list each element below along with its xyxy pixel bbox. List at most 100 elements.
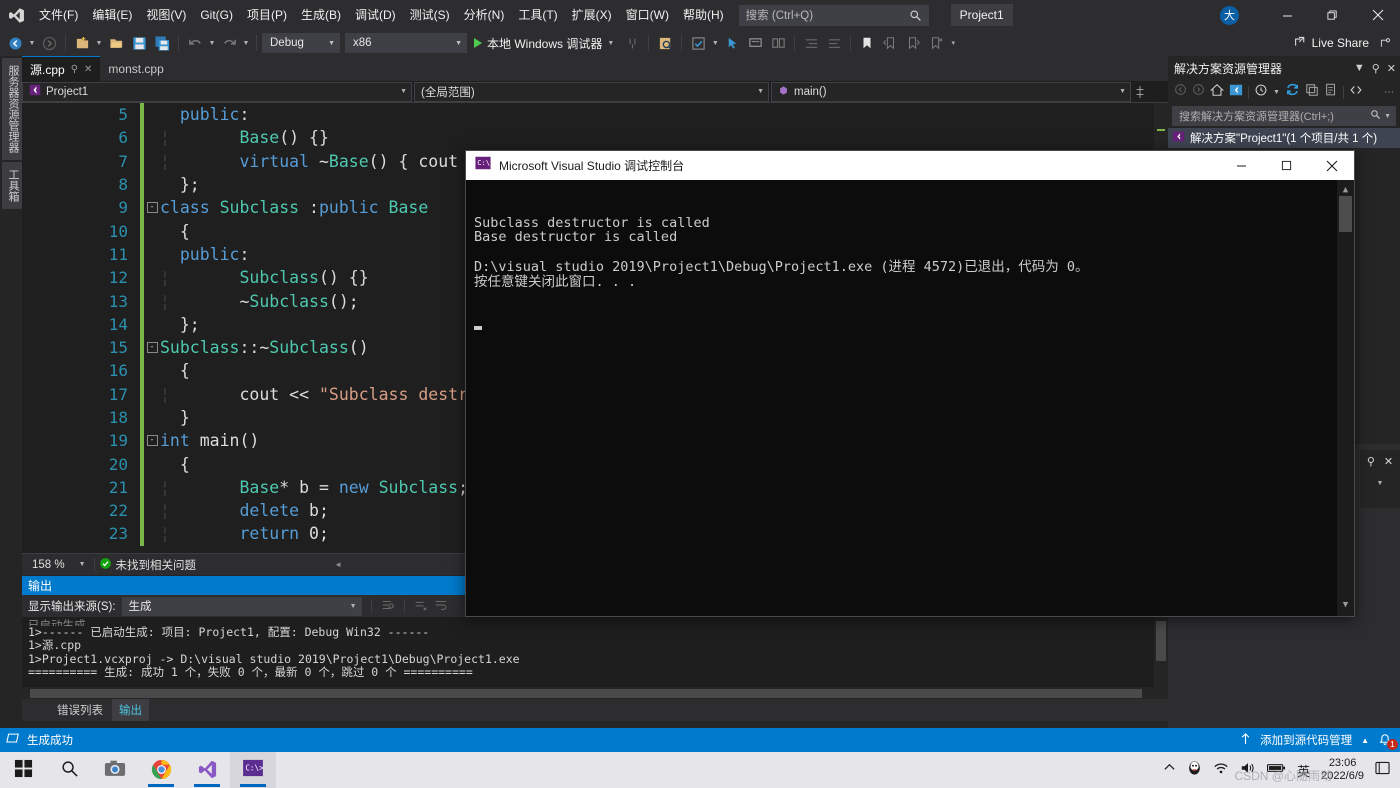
nav-member-combo[interactable]: main() ▼ — [771, 81, 1131, 102]
undo-dropdown-icon[interactable]: ▼ — [207, 40, 217, 47]
open-file-icon[interactable] — [105, 32, 127, 54]
menu-item-view[interactable]: 视图(V) — [139, 3, 193, 27]
taskbar-visual-studio-icon[interactable] — [184, 752, 230, 788]
minimize-button[interactable] — [1265, 0, 1310, 30]
restore-button[interactable] — [1310, 0, 1355, 30]
show-all-files-icon[interactable] — [1349, 83, 1363, 102]
refresh-icon[interactable] — [1285, 82, 1300, 102]
account-avatar[interactable]: 大 — [1220, 5, 1239, 25]
fold-toggle-icon[interactable]: - — [144, 435, 160, 447]
close-icon[interactable]: ✕ — [1384, 455, 1393, 468]
close-icon[interactable]: ✕ — [1387, 62, 1396, 75]
nav-scope-combo[interactable]: (全局范围) ▼ — [414, 81, 769, 102]
code-line[interactable]: 5 public: — [22, 103, 1168, 127]
output-horizontal-scrollbar[interactable] — [22, 687, 1154, 699]
pin-icon[interactable]: ⚲ — [1372, 62, 1380, 75]
console-scrollbar[interactable]: ▲ ▼ — [1337, 180, 1354, 616]
decrease-indent-icon[interactable] — [823, 32, 845, 54]
fold-toggle-icon[interactable]: - — [144, 342, 160, 354]
menu-item-help[interactable]: 帮助(H) — [676, 3, 731, 27]
panel-dropdown-icon[interactable]: ▼ — [1354, 62, 1365, 74]
notifications-button[interactable]: 1 — [1378, 733, 1398, 750]
menu-item-debug[interactable]: 调试(D) — [348, 3, 403, 27]
previous-bookmark-icon[interactable] — [879, 32, 901, 54]
toolbar-overflow-icon[interactable]: ⋯ — [1384, 87, 1394, 98]
menu-item-build[interactable]: 生成(B) — [294, 3, 348, 27]
qq-icon[interactable] — [1187, 760, 1202, 781]
toolbar-overflow-icon[interactable]: ▾ — [948, 39, 958, 47]
sidebar-tab-server-explorer[interactable]: 服务器资源管理器 — [2, 58, 24, 160]
select-all-dropdown-icon[interactable]: ▼ — [710, 40, 720, 47]
chevron-down-icon[interactable]: ▼ — [1377, 480, 1384, 487]
navigate-backward-dropdown-icon[interactable]: ▼ — [27, 40, 37, 47]
console-minimize-button[interactable] — [1219, 151, 1264, 180]
editor-tab-source-cpp[interactable]: 源.cpp ⚲ ✕ — [22, 56, 101, 81]
code-line[interactable]: 6 ¦ Base() {} — [22, 126, 1168, 150]
forward-icon[interactable] — [1192, 83, 1205, 101]
clear-bookmarks-icon[interactable] — [925, 32, 947, 54]
tab-error-list[interactable]: 错误列表 — [50, 699, 110, 721]
add-to-source-control-label[interactable]: 添加到源代码管理 — [1260, 732, 1352, 748]
next-bookmark-icon[interactable] — [902, 32, 924, 54]
taskbar-search-icon[interactable] — [46, 752, 92, 788]
output-scroll-thumb[interactable] — [1156, 621, 1166, 661]
properties-icon[interactable] — [1324, 83, 1338, 102]
notification-center-icon[interactable] — [1375, 761, 1390, 780]
close-button[interactable] — [1355, 0, 1400, 30]
console-scroll-thumb[interactable] — [1339, 196, 1352, 232]
split-editor-icon[interactable] — [1133, 85, 1147, 98]
redo-icon[interactable] — [218, 32, 240, 54]
taskbar-chrome-icon[interactable] — [138, 752, 184, 788]
menu-item-test[interactable]: 测试(S) — [403, 3, 457, 27]
save-all-icon[interactable] — [151, 32, 173, 54]
menu-item-project[interactable]: 项目(P) — [240, 3, 294, 27]
attach-process-icon[interactable] — [621, 32, 643, 54]
menu-item-tools[interactable]: 工具(T) — [511, 3, 564, 27]
undo-icon[interactable] — [184, 32, 206, 54]
find-message-icon[interactable] — [381, 598, 395, 615]
menu-item-analyze[interactable]: 分析(N) — [457, 3, 512, 27]
output-source-combo[interactable]: 生成 ▼ — [121, 596, 362, 616]
feedback-icon[interactable] — [1374, 32, 1396, 54]
new-project-dropdown-icon[interactable]: ▼ — [94, 40, 104, 47]
home-icon[interactable] — [1209, 83, 1225, 102]
solution-tree-root[interactable]: 解决方案"Project1"(1 个项目/共 1 个) — [1168, 128, 1400, 148]
start-button[interactable] — [0, 752, 46, 788]
solution-configuration-combo[interactable]: Debug ▼ — [262, 33, 340, 53]
solution-explorer-view-icon[interactable] — [1229, 83, 1243, 102]
tab-output[interactable]: 输出 — [112, 699, 149, 721]
menu-item-extensions[interactable]: 扩展(X) — [565, 3, 619, 27]
taskbar-console-icon[interactable]: C:\> — [230, 752, 276, 788]
output-vertical-scrollbar[interactable] — [1154, 617, 1168, 699]
start-debugging-button[interactable]: 本地 Windows 调试器 ▼ — [468, 32, 620, 54]
redo-dropdown-icon[interactable]: ▼ — [241, 40, 251, 47]
nav-project-combo[interactable]: Project1 ▼ — [22, 81, 412, 102]
toggle-word-wrap-icon[interactable] — [434, 598, 448, 615]
tray-expand-icon[interactable] — [1163, 761, 1176, 779]
sidebar-tab-toolbox[interactable]: 工具箱 — [2, 162, 24, 209]
navigate-forward-icon[interactable] — [38, 32, 60, 54]
chevron-down-icon[interactable]: ▼ — [1273, 89, 1280, 96]
console-title-bar[interactable]: C:\ Microsoft Visual Studio 调试控制台 — [466, 151, 1354, 180]
menu-item-window[interactable]: 窗口(W) — [619, 3, 676, 27]
comment-selection-icon[interactable] — [744, 32, 766, 54]
select-all-icon[interactable] — [687, 32, 709, 54]
debug-console-window[interactable]: C:\ Microsoft Visual Studio 调试控制台 Subcla… — [465, 150, 1355, 617]
clear-all-icon[interactable] — [414, 598, 428, 615]
menu-item-git[interactable]: Git(G) — [193, 3, 240, 27]
new-project-icon[interactable] — [71, 32, 93, 54]
chevron-down-icon[interactable]: ▼ — [1384, 113, 1391, 120]
menu-item-file[interactable]: 文件(F) — [32, 3, 85, 27]
increase-indent-icon[interactable] — [800, 32, 822, 54]
pending-changes-icon[interactable] — [1254, 83, 1268, 102]
console-maximize-button[interactable] — [1264, 151, 1309, 180]
solution-explorer-search-input[interactable]: 搜索解决方案资源管理器(Ctrl+;) ▼ — [1172, 106, 1396, 126]
navigate-backward-icon[interactable] — [4, 32, 26, 54]
output-text[interactable]: 已启动生成 1>------ 已启动生成: 项目: Project1, 配置: D… — [22, 617, 1168, 699]
network-icon[interactable] — [1213, 761, 1229, 780]
live-share-button[interactable]: Live Share — [1289, 33, 1374, 53]
scroll-down-icon[interactable]: ▼ — [1343, 595, 1348, 616]
console-output[interactable]: Subclass destructor is called Base destru… — [466, 180, 1354, 616]
pin-icon[interactable]: ⚲ — [1367, 455, 1375, 468]
fold-toggle-icon[interactable]: - — [144, 202, 160, 214]
